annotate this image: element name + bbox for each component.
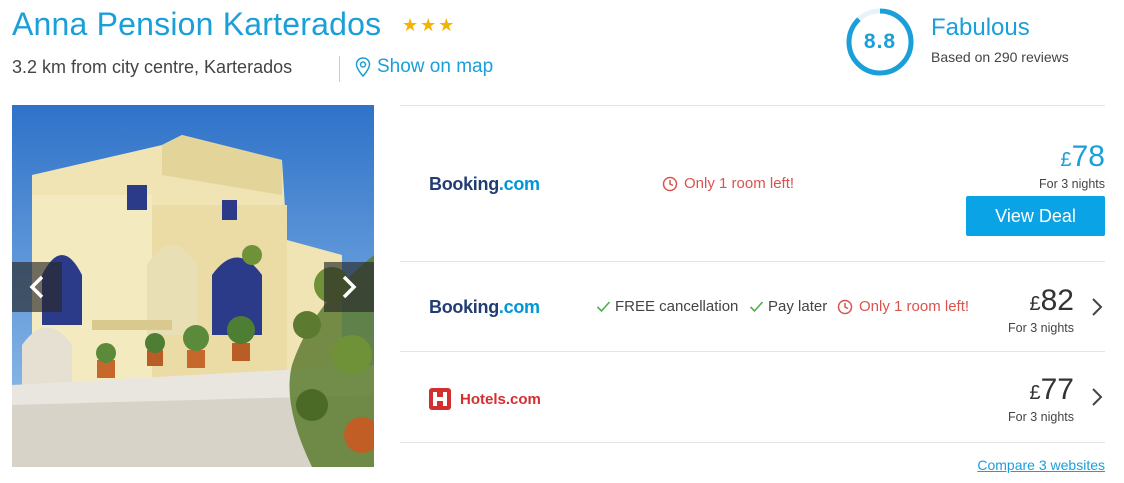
price-amount: 82 [1040, 284, 1074, 317]
photo-next-button[interactable] [324, 262, 374, 312]
price-amount: 77 [1040, 373, 1074, 406]
hotel-location: 3.2 km from city centre, Karterados [12, 57, 293, 77]
provider-name: Booking [429, 297, 499, 317]
price-currency: £ [1029, 293, 1041, 315]
divider [400, 105, 1105, 106]
feature-label: Pay later [768, 298, 828, 315]
star-rating: ★ ★ ★ [402, 16, 454, 34]
divider [400, 261, 1105, 262]
provider-suffix: .com [498, 297, 540, 317]
check-icon [596, 301, 611, 313]
urgency-text: Only 1 room left! [859, 298, 970, 315]
clock-icon [837, 299, 853, 314]
show-on-map-label: Show on map [377, 56, 494, 77]
hotel-name: Anna Pension Karterados [12, 6, 382, 42]
show-on-map-link[interactable]: Show on map [355, 56, 493, 78]
divider [400, 351, 1105, 352]
price-amount: 78 [1071, 140, 1105, 173]
hotel-photo-image [12, 105, 374, 467]
divider [339, 56, 340, 82]
hotel-photo[interactable] [12, 105, 374, 467]
provider-logo-hotels[interactable]: Hotels.com [428, 387, 541, 411]
urgency-notice: Only 1 room left! [837, 298, 969, 315]
star-icon: ★ [438, 15, 455, 35]
rating-label: Fabulous [931, 14, 1030, 41]
deal-price: £77 For 3 nights [1007, 373, 1074, 425]
deal-price: £82 For 3 nights [1007, 284, 1074, 336]
chevron-left-icon [29, 275, 44, 299]
price-currency: £ [1029, 382, 1041, 404]
clock-icon [662, 176, 678, 191]
review-count: Based on 290 reviews [931, 49, 1069, 65]
price-currency: £ [1060, 149, 1072, 171]
map-pin-icon [355, 57, 371, 77]
provider-name: Hotels.com [460, 390, 541, 408]
provider-logo-booking[interactable]: Booking.com [429, 174, 540, 195]
divider [400, 442, 1105, 443]
compare-websites-link[interactable]: Compare 3 websites [977, 457, 1105, 473]
hotels-logo-icon [429, 388, 451, 410]
provider-name: Booking [429, 174, 499, 194]
feature-pay-later: Pay later [749, 298, 827, 315]
photo-prev-button[interactable] [12, 262, 62, 312]
price-nights: For 3 nights [1007, 410, 1074, 424]
provider-suffix: .com [498, 174, 540, 194]
price-nights: For 3 nights [1038, 177, 1105, 191]
urgency-notice: Only 1 room left! [662, 175, 794, 192]
price-nights: For 3 nights [1007, 321, 1074, 335]
view-deal-button[interactable]: View Deal [966, 196, 1105, 236]
chevron-right-icon [342, 275, 357, 299]
provider-logo-booking[interactable]: Booking.com [429, 297, 540, 318]
feature-free-cancellation: FREE cancellation [596, 298, 738, 315]
chevron-right-icon[interactable] [1090, 297, 1104, 317]
urgency-text: Only 1 room left! [684, 175, 795, 192]
check-icon [749, 301, 764, 313]
deal-price: £78 For 3 nights [1038, 140, 1105, 192]
star-icon: ★ [402, 15, 419, 35]
star-icon: ★ [420, 15, 437, 35]
chevron-right-icon[interactable] [1090, 387, 1104, 407]
rating-score: 8.8 [863, 30, 897, 53]
feature-label: FREE cancellation [615, 298, 739, 315]
